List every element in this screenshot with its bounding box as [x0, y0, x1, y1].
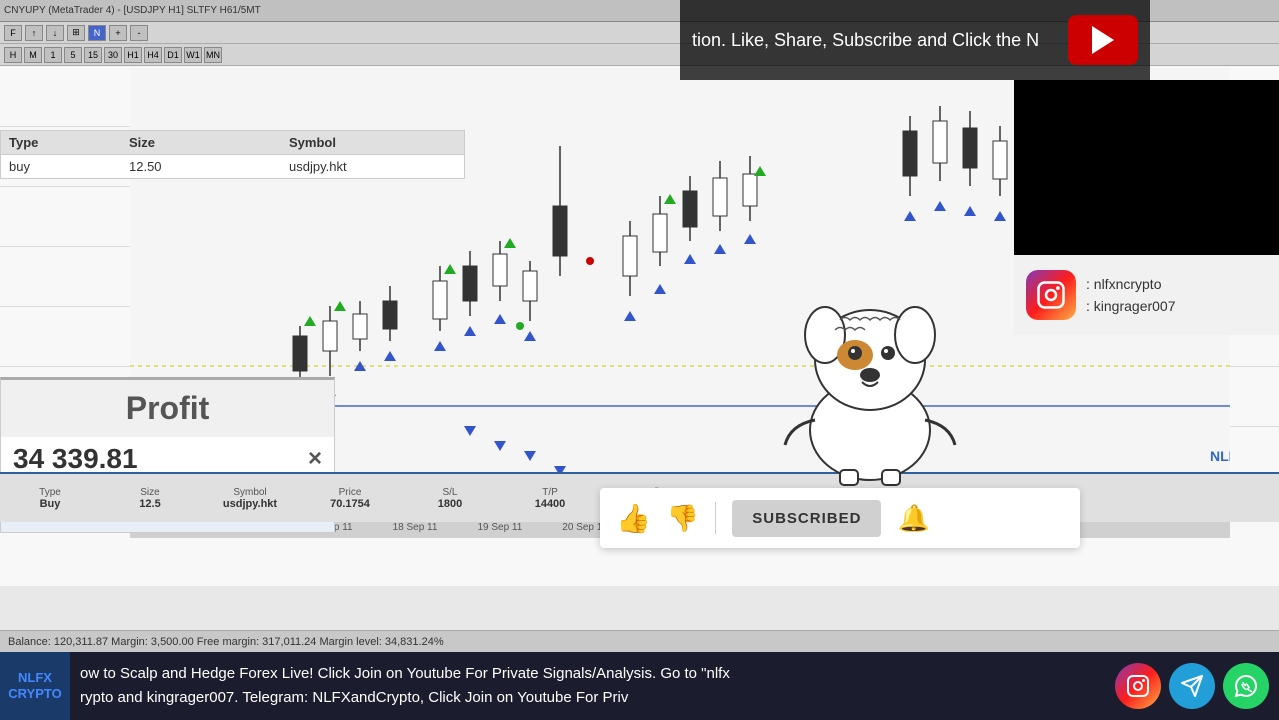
status-bar: Balance: 120,311.87 Margin: 3,500.00 Fre…	[0, 630, 1279, 652]
bottom-social-icons	[1115, 663, 1279, 709]
telegram-icon[interactable]	[1169, 663, 1215, 709]
separator	[715, 502, 716, 534]
bell-button[interactable]: 🔔	[897, 503, 929, 534]
instagram-text: : nlfxncrypto : kingrager007	[1086, 273, 1176, 318]
bottom-ticker: ow to Scalp and Hedge Forex Live! Click …	[70, 662, 1115, 710]
instagram-logo-icon	[1026, 270, 1076, 320]
like-button[interactable]: 👍	[616, 502, 651, 535]
toolbar-btn-9[interactable]: M	[24, 47, 42, 63]
trade-size: 12.50	[129, 159, 289, 174]
notification-text: tion. Like, Share, Subscribe and Click t…	[692, 30, 1058, 51]
black-panel	[1014, 80, 1279, 255]
toolbar-btn-14[interactable]: H1	[124, 47, 142, 63]
profit-label: Profit	[1, 380, 334, 437]
toolbar-btn-5[interactable]: N	[88, 25, 106, 41]
nlfx-logo-line1: NLFX	[18, 670, 52, 686]
table-col-size: Size 12.5	[110, 487, 190, 510]
whatsapp-icon[interactable]	[1223, 663, 1269, 709]
notification-bar: tion. Like, Share, Subscribe and Click t…	[680, 0, 1150, 80]
table-col-type: Type Buy	[10, 487, 90, 510]
dislike-button[interactable]: 👎	[667, 503, 699, 534]
ticker-line1: ow to Scalp and Hedge Forex Live! Click …	[80, 662, 1105, 686]
toolbar-btn-2[interactable]: ↑	[25, 25, 43, 41]
toolbar-btn-15[interactable]: H4	[144, 47, 162, 63]
svg-text:NLFX: NLFX	[1210, 448, 1230, 464]
timeline-date-5: 19 Sep 11	[477, 522, 522, 533]
table-col-tp: T/P 14400	[510, 487, 590, 510]
col-size-header: Size	[129, 135, 289, 150]
toolbar-btn-3[interactable]: ↓	[46, 25, 64, 41]
toolbar-btn-1[interactable]: F	[4, 25, 22, 41]
toolbar-btn-8[interactable]: H	[4, 47, 22, 63]
trade-info-row: buy 12.50 usdjpy.hkt	[1, 155, 464, 178]
toolbar-btn-4[interactable]: ⊞	[67, 25, 85, 41]
instagram-icon[interactable]	[1115, 663, 1161, 709]
social-buttons-panel: 👍 👎 SUBSCRIBED 🔔	[600, 488, 1080, 548]
toolbar-btn-7[interactable]: -	[130, 25, 148, 41]
youtube-play-icon	[1092, 26, 1114, 54]
ig-handle1: : nlfxncrypto	[1086, 273, 1176, 295]
table-col-price: Price 70.1754	[310, 487, 390, 510]
nlfx-logo-line2: CRYPTO	[8, 686, 61, 702]
instagram-panel: : nlfxncrypto : kingrager007	[1014, 255, 1279, 335]
subscribed-button[interactable]: SUBSCRIBED	[732, 500, 881, 537]
trade-info-header: Type Size Symbol	[1, 131, 464, 155]
profit-value: 34 339.81	[13, 443, 138, 475]
ig-handle2: : kingrager007	[1086, 295, 1176, 317]
window-title: CNYUPY (MetaTrader 4) - [USDJPY H1] SLTF…	[4, 5, 261, 16]
toolbar-btn-12[interactable]: 15	[84, 47, 102, 63]
youtube-button[interactable]	[1068, 15, 1138, 65]
timeline-date-4: 18 Sep 11	[393, 522, 438, 533]
toolbar-btn-18[interactable]: MN	[204, 47, 222, 63]
trade-info-panel: Type Size Symbol buy 12.50 usdjpy.hkt	[0, 130, 465, 179]
ticker-line2: rypto and kingrager007. Telegram: NLFXan…	[80, 686, 1105, 710]
toolbar-btn-13[interactable]: 30	[104, 47, 122, 63]
toolbar-btn-10[interactable]: 1	[44, 47, 62, 63]
trade-symbol: usdjpy.hkt	[289, 159, 456, 174]
toolbar-btn-11[interactable]: 5	[64, 47, 82, 63]
toolbar-btn-17[interactable]: W1	[184, 47, 202, 63]
trade-type: buy	[9, 159, 129, 174]
toolbar-btn-16[interactable]: D1	[164, 47, 182, 63]
bottom-bar: NLFX CRYPTO ow to Scalp and Hedge Forex …	[0, 652, 1279, 720]
table-col-sl: S/L 1800	[410, 487, 490, 510]
col-type-header: Type	[9, 135, 129, 150]
table-col-symbol: Symbol usdjpy.hkt	[210, 487, 290, 510]
col-symbol-header: Symbol	[289, 135, 456, 150]
status-text: Balance: 120,311.87 Margin: 3,500.00 Fre…	[8, 636, 444, 648]
nlfx-logo: NLFX CRYPTO	[0, 652, 70, 720]
toolbar-btn-6[interactable]: +	[109, 25, 127, 41]
profit-close-button[interactable]: ×	[308, 445, 322, 473]
dog-mascot	[750, 270, 990, 490]
